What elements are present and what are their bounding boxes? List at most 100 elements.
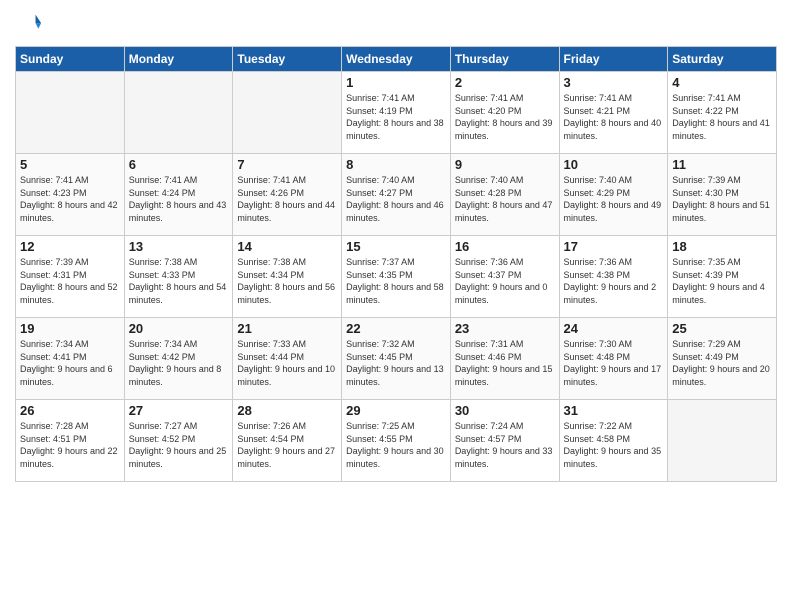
day-number: 23 (455, 321, 555, 336)
calendar-cell: 4 Sunrise: 7:41 AM Sunset: 4:22 PM Daylig… (668, 72, 777, 154)
calendar-cell: 23 Sunrise: 7:31 AM Sunset: 4:46 PM Dayli… (450, 318, 559, 400)
day-number: 30 (455, 403, 555, 418)
day-info: Sunrise: 7:39 AM Sunset: 4:31 PM Dayligh… (20, 256, 120, 306)
day-number: 19 (20, 321, 120, 336)
day-number: 5 (20, 157, 120, 172)
day-number: 17 (564, 239, 664, 254)
weekday-header: Monday (124, 47, 233, 72)
day-number: 9 (455, 157, 555, 172)
calendar-cell: 29 Sunrise: 7:25 AM Sunset: 4:55 PM Dayli… (342, 400, 451, 482)
day-info: Sunrise: 7:38 AM Sunset: 4:33 PM Dayligh… (129, 256, 229, 306)
calendar-cell: 8 Sunrise: 7:40 AM Sunset: 4:27 PM Daylig… (342, 154, 451, 236)
day-info: Sunrise: 7:31 AM Sunset: 4:46 PM Dayligh… (455, 338, 555, 388)
calendar-cell: 6Sunrise: 7:41 AM Sunset: 4:24 PM Daylig… (124, 154, 233, 236)
day-number: 24 (564, 321, 664, 336)
calendar-week-row: 26 Sunrise: 7:28 AM Sunset: 4:51 PM Dayli… (16, 400, 777, 482)
day-info: Sunrise: 7:41 AM Sunset: 4:22 PM Dayligh… (672, 92, 772, 142)
calendar-cell (16, 72, 125, 154)
day-info: Sunrise: 7:22 AM Sunset: 4:58 PM Dayligh… (564, 420, 664, 470)
day-info: Sunrise: 7:41 AM Sunset: 4:19 PM Dayligh… (346, 92, 446, 142)
weekday-header: Friday (559, 47, 668, 72)
day-number: 8 (346, 157, 446, 172)
day-number: 28 (237, 403, 337, 418)
day-info: Sunrise: 7:41 AM Sunset: 4:24 PM Dayligh… (129, 174, 229, 224)
day-number: 21 (237, 321, 337, 336)
day-number: 26 (20, 403, 120, 418)
calendar-cell (124, 72, 233, 154)
calendar-cell: 11Sunrise: 7:39 AM Sunset: 4:30 PM Dayli… (668, 154, 777, 236)
calendar-cell: 20Sunrise: 7:34 AM Sunset: 4:42 PM Dayli… (124, 318, 233, 400)
day-number: 2 (455, 75, 555, 90)
calendar-cell: 1 Sunrise: 7:41 AM Sunset: 4:19 PM Daylig… (342, 72, 451, 154)
calendar-cell: 16Sunrise: 7:36 AM Sunset: 4:37 PM Dayli… (450, 236, 559, 318)
day-info: Sunrise: 7:41 AM Sunset: 4:26 PM Dayligh… (237, 174, 337, 224)
calendar-week-row: 5Sunrise: 7:41 AM Sunset: 4:23 PM Daylig… (16, 154, 777, 236)
calendar-cell: 2 Sunrise: 7:41 AM Sunset: 4:20 PM Daylig… (450, 72, 559, 154)
logo-icon (15, 10, 43, 38)
day-info: Sunrise: 7:40 AM Sunset: 4:27 PM Dayligh… (346, 174, 446, 224)
calendar-week-row: 1 Sunrise: 7:41 AM Sunset: 4:19 PM Daylig… (16, 72, 777, 154)
day-number: 15 (346, 239, 446, 254)
day-info: Sunrise: 7:27 AM Sunset: 4:52 PM Dayligh… (129, 420, 229, 470)
calendar-cell: 7Sunrise: 7:41 AM Sunset: 4:26 PM Daylig… (233, 154, 342, 236)
header (15, 10, 777, 38)
calendar-cell: 13 Sunrise: 7:38 AM Sunset: 4:33 PM Dayli… (124, 236, 233, 318)
calendar-cell (233, 72, 342, 154)
day-info: Sunrise: 7:29 AM Sunset: 4:49 PM Dayligh… (672, 338, 772, 388)
day-info: Sunrise: 7:28 AM Sunset: 4:51 PM Dayligh… (20, 420, 120, 470)
day-number: 22 (346, 321, 446, 336)
calendar-cell: 10 Sunrise: 7:40 AM Sunset: 4:29 PM Dayli… (559, 154, 668, 236)
day-number: 27 (129, 403, 229, 418)
calendar-cell: 25Sunrise: 7:29 AM Sunset: 4:49 PM Dayli… (668, 318, 777, 400)
calendar-cell: 31Sunrise: 7:22 AM Sunset: 4:58 PM Dayli… (559, 400, 668, 482)
calendar-cell: 3 Sunrise: 7:41 AM Sunset: 4:21 PM Daylig… (559, 72, 668, 154)
calendar-cell: 22Sunrise: 7:32 AM Sunset: 4:45 PM Dayli… (342, 318, 451, 400)
day-info: Sunrise: 7:26 AM Sunset: 4:54 PM Dayligh… (237, 420, 337, 470)
day-number: 11 (672, 157, 772, 172)
weekday-header: Thursday (450, 47, 559, 72)
calendar-cell: 12 Sunrise: 7:39 AM Sunset: 4:31 PM Dayli… (16, 236, 125, 318)
weekday-header-row: SundayMondayTuesdayWednesdayThursdayFrid… (16, 47, 777, 72)
calendar-cell: 5Sunrise: 7:41 AM Sunset: 4:23 PM Daylig… (16, 154, 125, 236)
day-number: 3 (564, 75, 664, 90)
calendar-cell: 21 Sunrise: 7:33 AM Sunset: 4:44 PM Dayli… (233, 318, 342, 400)
calendar-cell: 19Sunrise: 7:34 AM Sunset: 4:41 PM Dayli… (16, 318, 125, 400)
calendar-cell: 28 Sunrise: 7:26 AM Sunset: 4:54 PM Dayli… (233, 400, 342, 482)
calendar-week-row: 19Sunrise: 7:34 AM Sunset: 4:41 PM Dayli… (16, 318, 777, 400)
day-info: Sunrise: 7:41 AM Sunset: 4:21 PM Dayligh… (564, 92, 664, 142)
day-number: 20 (129, 321, 229, 336)
day-info: Sunrise: 7:38 AM Sunset: 4:34 PM Dayligh… (237, 256, 337, 306)
calendar-cell: 26 Sunrise: 7:28 AM Sunset: 4:51 PM Dayli… (16, 400, 125, 482)
weekday-header: Saturday (668, 47, 777, 72)
weekday-header: Sunday (16, 47, 125, 72)
calendar-cell: 14 Sunrise: 7:38 AM Sunset: 4:34 PM Dayli… (233, 236, 342, 318)
day-info: Sunrise: 7:25 AM Sunset: 4:55 PM Dayligh… (346, 420, 446, 470)
page: SundayMondayTuesdayWednesdayThursdayFrid… (0, 0, 792, 612)
calendar-cell: 15 Sunrise: 7:37 AM Sunset: 4:35 PM Dayli… (342, 236, 451, 318)
calendar-cell: 24 Sunrise: 7:30 AM Sunset: 4:48 PM Dayli… (559, 318, 668, 400)
day-number: 10 (564, 157, 664, 172)
calendar-week-row: 12 Sunrise: 7:39 AM Sunset: 4:31 PM Dayli… (16, 236, 777, 318)
calendar: SundayMondayTuesdayWednesdayThursdayFrid… (15, 46, 777, 482)
calendar-cell: 27 Sunrise: 7:27 AM Sunset: 4:52 PM Dayli… (124, 400, 233, 482)
day-number: 4 (672, 75, 772, 90)
day-number: 1 (346, 75, 446, 90)
day-number: 29 (346, 403, 446, 418)
day-number: 13 (129, 239, 229, 254)
day-info: Sunrise: 7:36 AM Sunset: 4:38 PM Dayligh… (564, 256, 664, 306)
day-info: Sunrise: 7:41 AM Sunset: 4:20 PM Dayligh… (455, 92, 555, 142)
day-info: Sunrise: 7:40 AM Sunset: 4:29 PM Dayligh… (564, 174, 664, 224)
day-info: Sunrise: 7:33 AM Sunset: 4:44 PM Dayligh… (237, 338, 337, 388)
calendar-cell: 30 Sunrise: 7:24 AM Sunset: 4:57 PM Dayli… (450, 400, 559, 482)
calendar-cell (668, 400, 777, 482)
day-info: Sunrise: 7:24 AM Sunset: 4:57 PM Dayligh… (455, 420, 555, 470)
day-number: 14 (237, 239, 337, 254)
day-number: 12 (20, 239, 120, 254)
day-info: Sunrise: 7:30 AM Sunset: 4:48 PM Dayligh… (564, 338, 664, 388)
calendar-cell: 17 Sunrise: 7:36 AM Sunset: 4:38 PM Dayli… (559, 236, 668, 318)
calendar-cell: 9Sunrise: 7:40 AM Sunset: 4:28 PM Daylig… (450, 154, 559, 236)
day-number: 18 (672, 239, 772, 254)
day-info: Sunrise: 7:35 AM Sunset: 4:39 PM Dayligh… (672, 256, 772, 306)
day-info: Sunrise: 7:37 AM Sunset: 4:35 PM Dayligh… (346, 256, 446, 306)
weekday-header: Wednesday (342, 47, 451, 72)
